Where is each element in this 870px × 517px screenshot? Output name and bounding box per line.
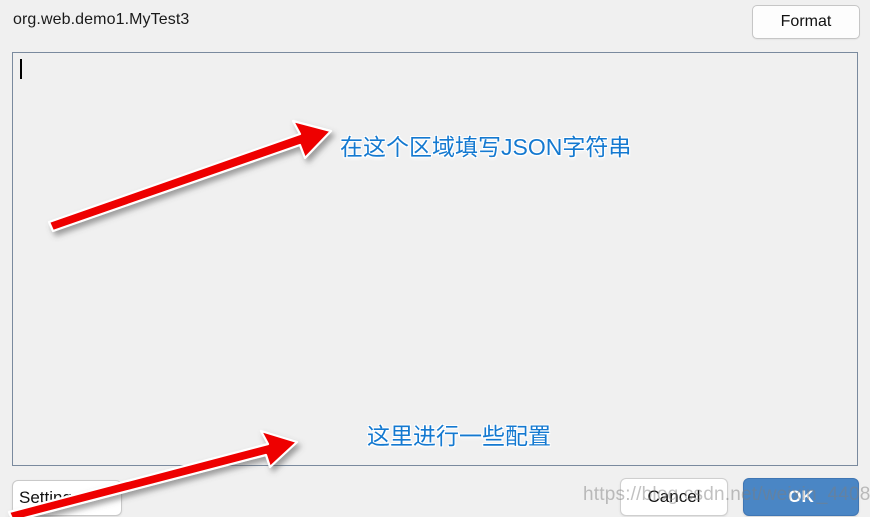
cancel-button[interactable]: Cancel	[620, 478, 728, 516]
format-button[interactable]: Format	[752, 5, 860, 39]
page-title: org.web.demo1.MyTest3	[13, 11, 190, 28]
dialog-footer: Setting Cancel OK	[0, 472, 870, 517]
annotation-label-config: 这里进行一些配置	[367, 423, 551, 449]
json-editor-dialog: org.web.demo1.MyTest3 Format Setting Can…	[0, 0, 870, 517]
dialog-header: org.web.demo1.MyTest3 Format	[0, 0, 870, 44]
ok-button[interactable]: OK	[743, 478, 859, 516]
annotation-label-json-area: 在这个区域填写JSON字符串	[340, 134, 632, 160]
text-caret	[20, 59, 22, 79]
setting-button[interactable]: Setting	[12, 480, 122, 516]
json-input[interactable]	[12, 52, 858, 466]
